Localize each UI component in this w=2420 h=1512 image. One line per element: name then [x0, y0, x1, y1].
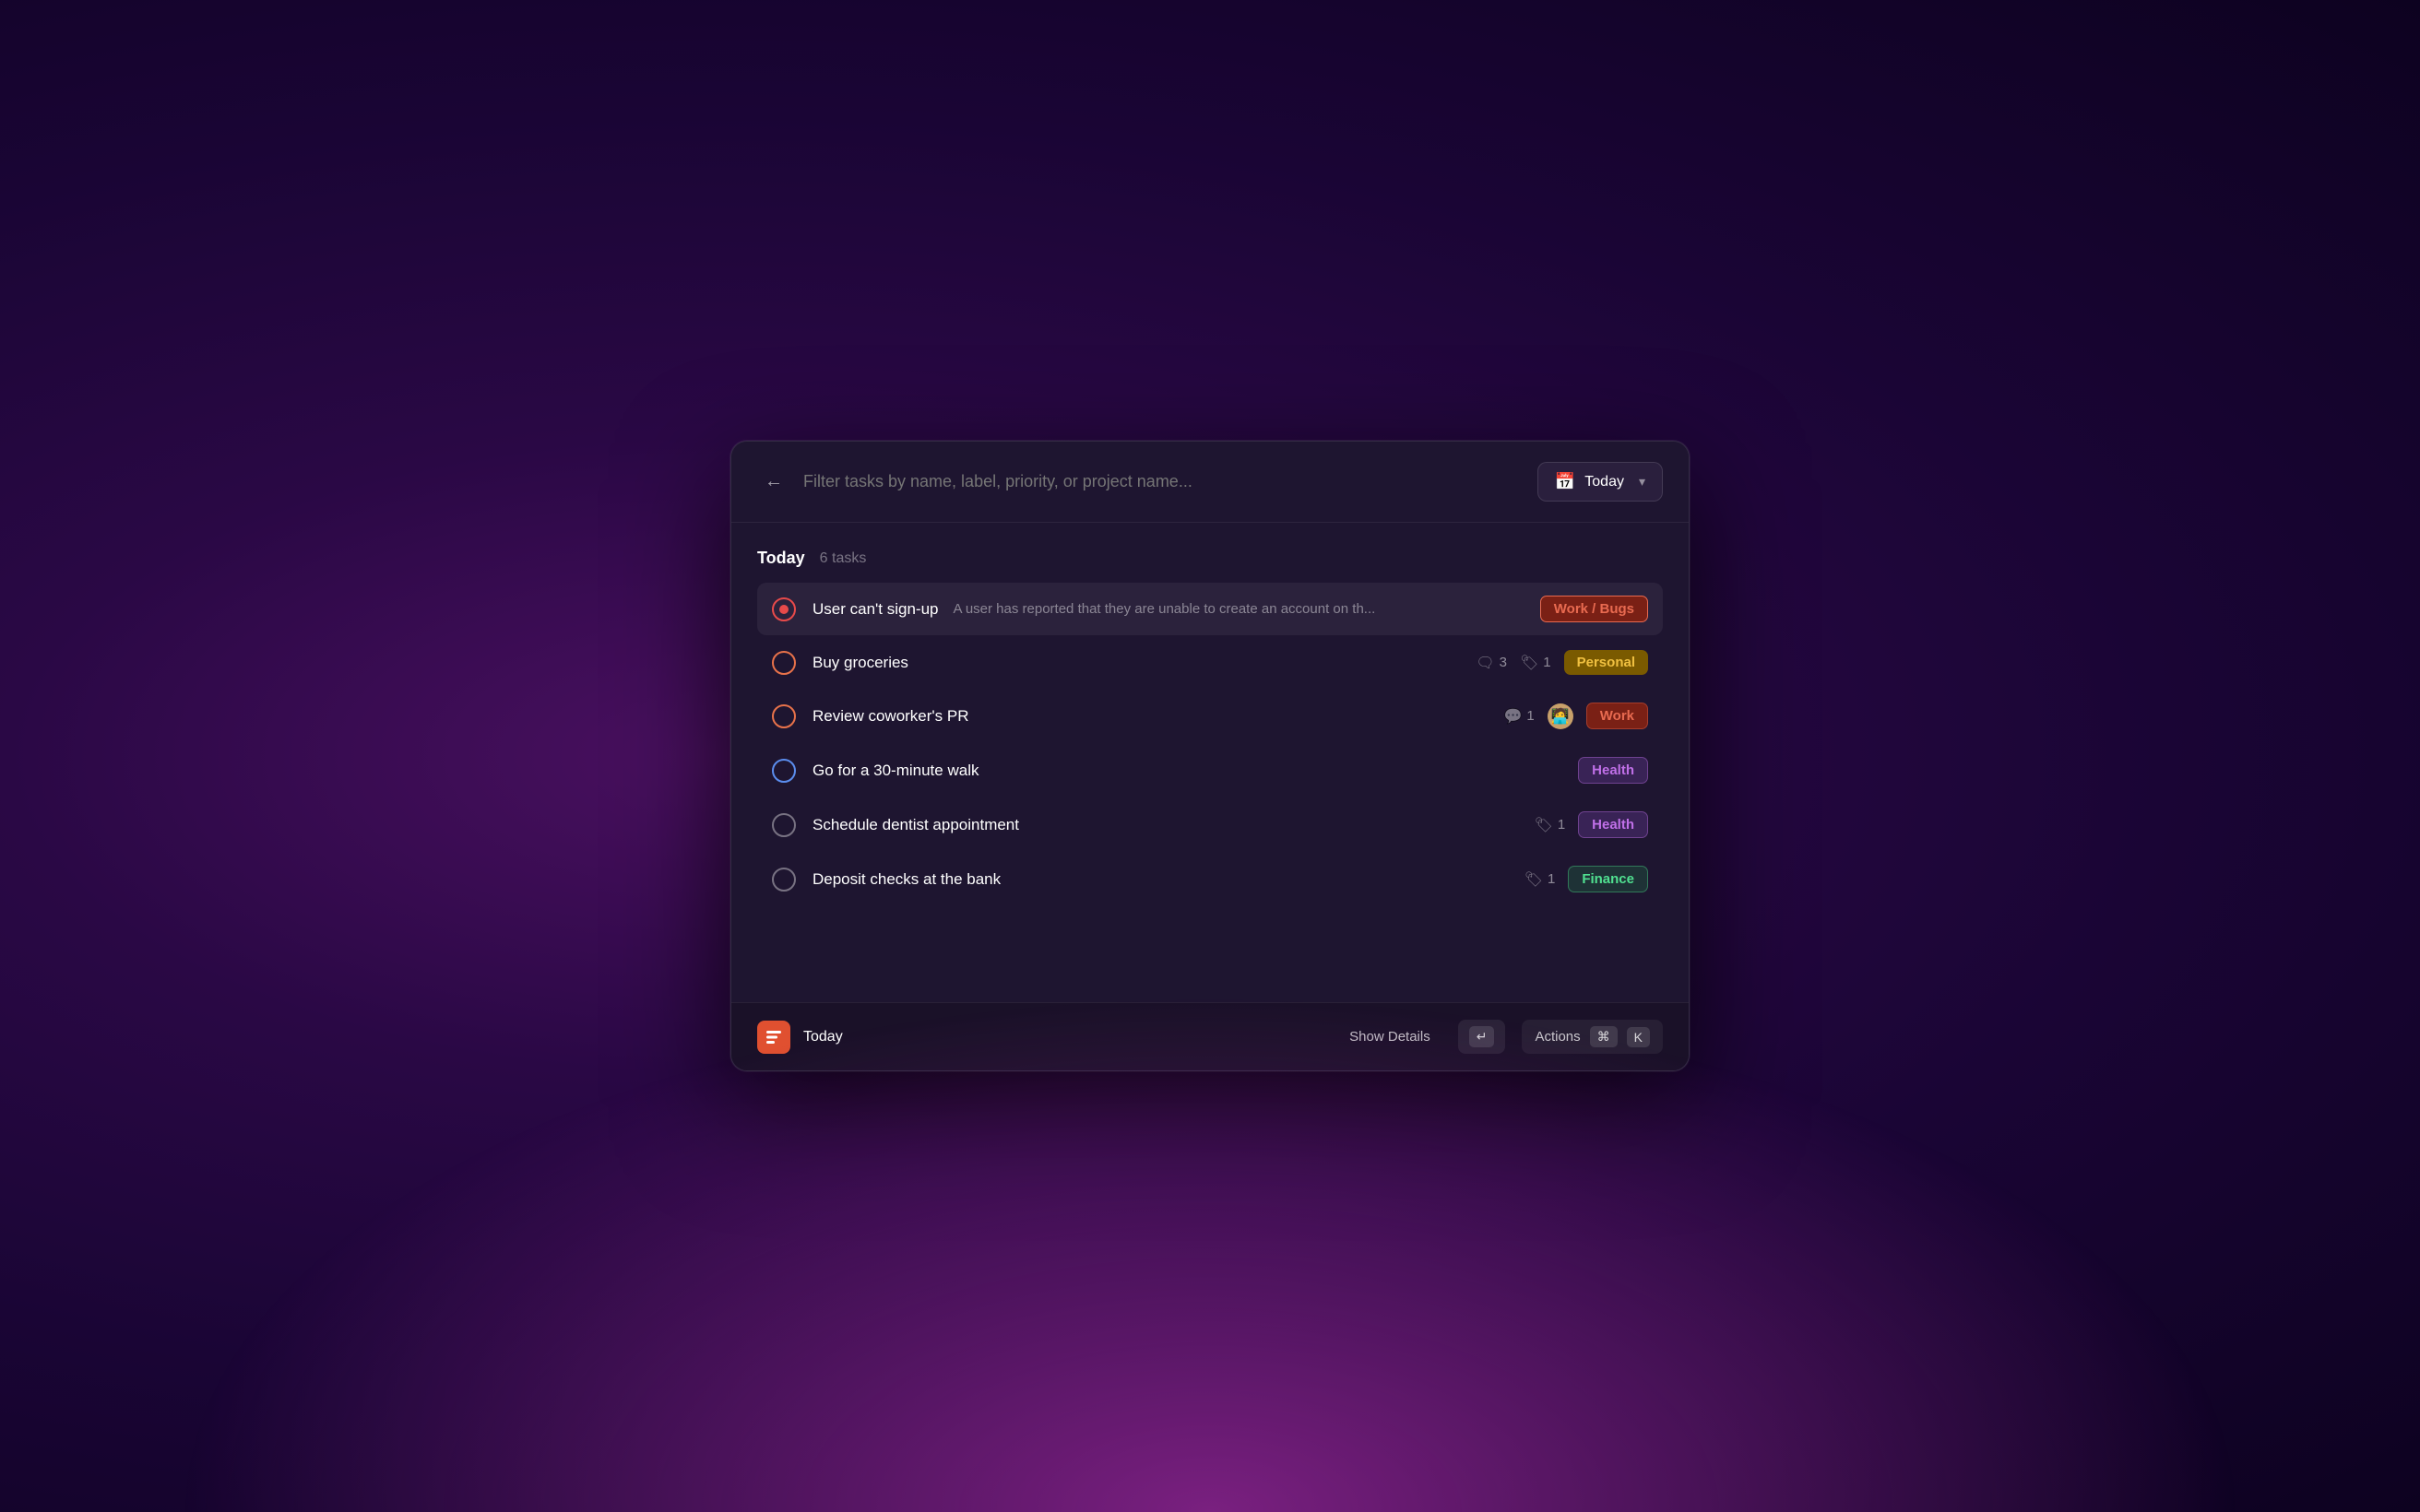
task-list: User can't sign-up A user has reported t… — [757, 583, 1663, 905]
footer-right: Show Details ↵ Actions ⌘ K — [1338, 1020, 1663, 1054]
label-badge: Health — [1578, 757, 1648, 784]
footer-title: Today — [803, 1029, 843, 1045]
task-list-content: Today 6 tasks User can't sign-up A user … — [731, 523, 1689, 1002]
task-meta: Work / Bugs — [1540, 596, 1648, 622]
tag-count: 🏷 1 — [1524, 870, 1556, 889]
k-key: K — [1627, 1027, 1650, 1047]
task-name: Schedule dentist appointment — [813, 816, 1019, 834]
comment-count: 💬 1 — [1504, 707, 1535, 726]
table-row[interactable]: User can't sign-up A user has reported t… — [757, 583, 1663, 635]
task-checkbox[interactable] — [772, 759, 796, 783]
task-checkbox[interactable] — [772, 704, 796, 728]
task-description: A user has reported that they are unable… — [953, 601, 1375, 617]
task-checkbox[interactable] — [772, 597, 796, 621]
actions-label: Actions — [1535, 1029, 1580, 1045]
task-meta: 🏷 1 Finance — [1524, 866, 1648, 892]
footer: Today Show Details ↵ Actions ⌘ K — [731, 1002, 1689, 1070]
search-input-wrapper — [803, 472, 1524, 491]
search-bar: ← 📅 Today ▾ — [731, 442, 1689, 523]
label-badge: Finance — [1568, 866, 1648, 892]
app-logo — [757, 1021, 790, 1054]
task-name: Review coworker's PR — [813, 707, 969, 726]
task-name: Go for a 30-minute walk — [813, 762, 979, 780]
tag-icon: 🏷 — [1535, 816, 1553, 834]
section-title: Today — [757, 549, 805, 568]
enter-shortcut: ↵ — [1458, 1020, 1506, 1054]
search-input[interactable] — [803, 472, 1524, 491]
cmd-key: ⌘ — [1590, 1026, 1618, 1047]
label-badge: Personal — [1564, 650, 1648, 675]
tag-count: 🏷 1 — [1520, 654, 1551, 672]
tag-icon: 🏷 — [1520, 654, 1538, 672]
date-filter-button[interactable]: 📅 Today ▾ — [1537, 462, 1663, 502]
section-header: Today 6 tasks — [757, 549, 1663, 568]
task-meta: Health — [1578, 757, 1648, 784]
task-name: User can't sign-up — [813, 600, 938, 619]
task-checkbox[interactable] — [772, 868, 796, 892]
show-details-button[interactable]: Show Details — [1338, 1022, 1441, 1051]
section-count: 6 tasks — [820, 550, 867, 567]
task-meta: 💬 1 🧑‍💻 Work — [1504, 703, 1649, 729]
label-badge: Work — [1586, 703, 1648, 729]
table-row[interactable]: Go for a 30-minute walk Health — [757, 744, 1663, 797]
comment-icon: 🗨 — [1476, 654, 1494, 672]
task-name: Buy groceries — [813, 654, 908, 672]
actions-button[interactable]: Actions ⌘ K — [1522, 1020, 1663, 1054]
comment-icon: 💬 — [1504, 707, 1523, 726]
back-button[interactable]: ← — [757, 466, 790, 499]
date-filter-label: Today — [1584, 474, 1624, 490]
calendar-icon: 📅 — [1555, 472, 1575, 491]
table-row[interactable]: Schedule dentist appointment 🏷 1 Health — [757, 798, 1663, 851]
label-badge: Work / Bugs — [1540, 596, 1648, 622]
chevron-down-icon: ▾ — [1639, 474, 1645, 490]
task-checkbox[interactable] — [772, 651, 796, 675]
tag-count: 🏷 1 — [1535, 816, 1566, 834]
app-window: ← 📅 Today ▾ Today 6 tasks User can't sig… — [730, 441, 1690, 1071]
table-row[interactable]: Buy groceries 🗨 3 🏷 1 Personal — [757, 637, 1663, 688]
avatar: 🧑‍💻 — [1548, 703, 1573, 729]
task-checkbox[interactable] — [772, 813, 796, 837]
comment-count: 🗨 3 — [1476, 654, 1507, 672]
tag-icon: 🏷 — [1524, 870, 1543, 889]
task-name: Deposit checks at the bank — [813, 870, 1001, 889]
table-row[interactable]: Review coworker's PR 💬 1 🧑‍💻 Work — [757, 690, 1663, 742]
label-badge: Health — [1578, 811, 1648, 838]
table-row[interactable]: Deposit checks at the bank 🏷 1 Finance — [757, 853, 1663, 905]
enter-key: ↵ — [1469, 1026, 1495, 1047]
task-meta: 🏷 1 Health — [1535, 811, 1649, 838]
task-meta: 🗨 3 🏷 1 Personal — [1476, 650, 1648, 675]
